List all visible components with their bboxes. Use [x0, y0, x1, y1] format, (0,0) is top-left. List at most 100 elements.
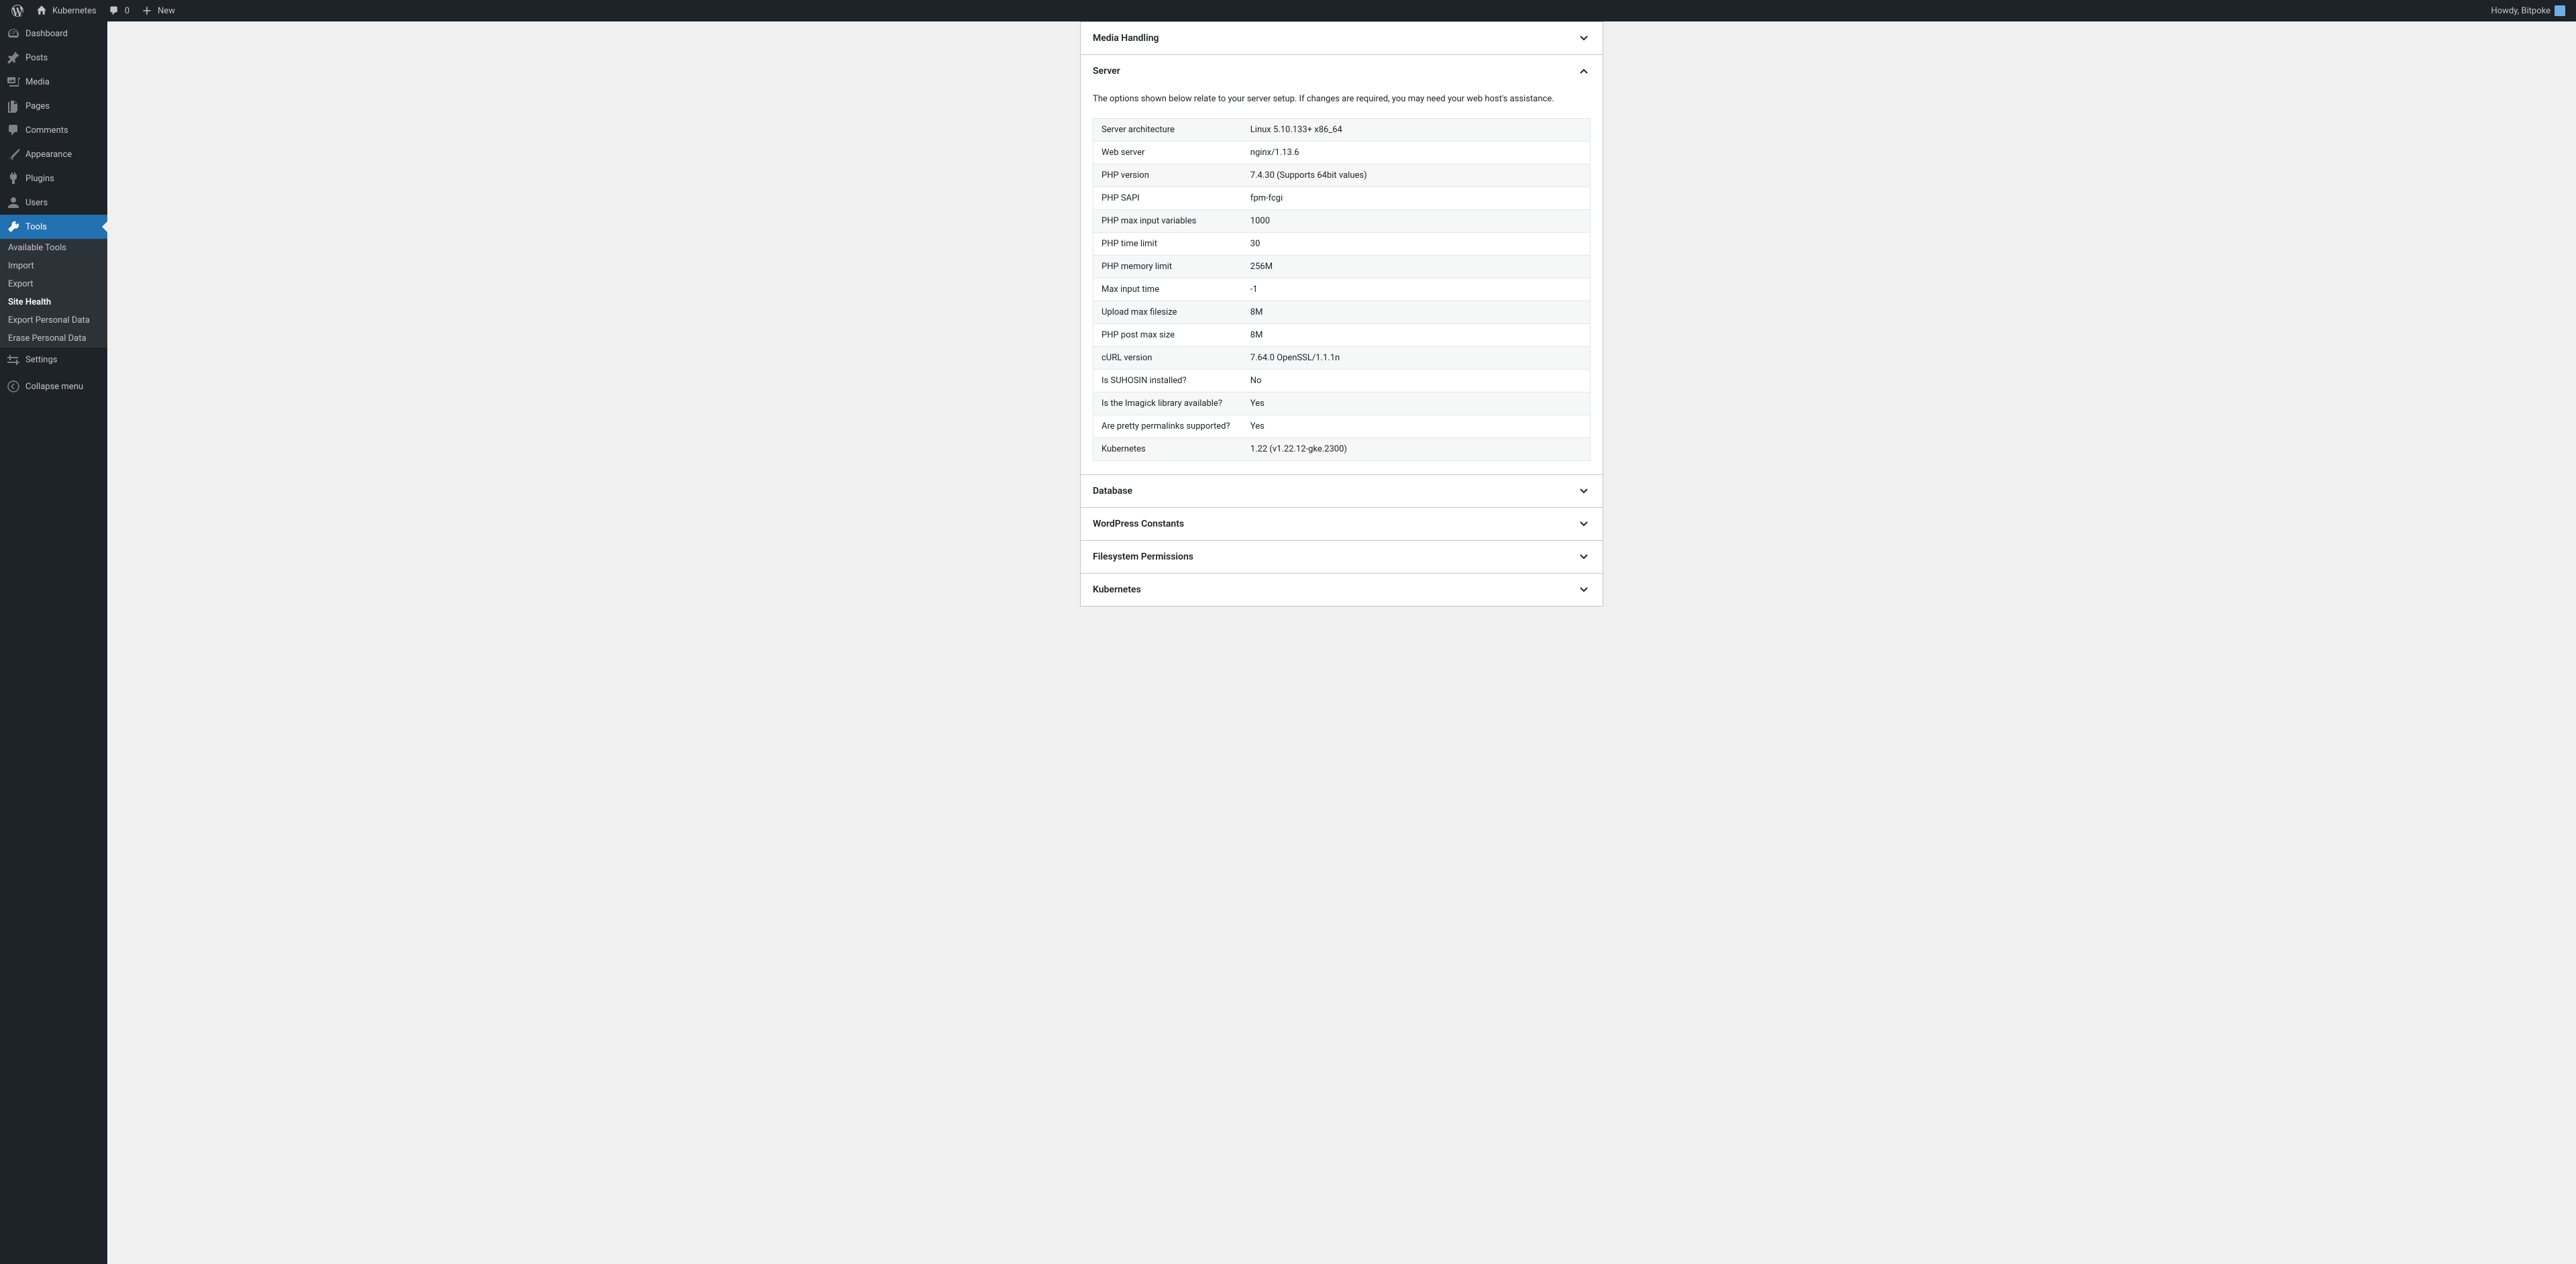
user-icon: [7, 196, 20, 209]
panel-toggle-media-handling[interactable]: Media Handling: [1081, 22, 1603, 54]
sliders-icon: [7, 353, 20, 366]
table-row: Max input time-1: [1093, 278, 1591, 301]
submenu-erase-personal[interactable]: Erase Personal Data: [0, 329, 107, 348]
panel-title: WordPress Constants: [1093, 519, 1184, 529]
comment-icon: [7, 123, 20, 137]
table-row: Is the Imagick library available?Yes: [1093, 392, 1591, 415]
menu-label: Users: [25, 198, 48, 208]
chevron-down-icon: [1577, 583, 1591, 596]
collapse-menu[interactable]: Collapse menu: [0, 374, 107, 399]
page-icon: [7, 99, 20, 113]
menu-label: Pages: [25, 101, 50, 111]
menu-comments[interactable]: Comments: [0, 118, 107, 142]
row-label: Kubernetes: [1093, 437, 1242, 460]
menu-label: Tools: [25, 222, 47, 232]
table-row: PHP max input variables1000: [1093, 209, 1591, 232]
row-label: Upload max filesize: [1093, 301, 1242, 323]
new-label: New: [158, 6, 175, 16]
row-value: 7.64.0 OpenSSL/1.1.1n: [1242, 346, 1591, 369]
table-row: PHP memory limit256M: [1093, 255, 1591, 278]
menu-label: Plugins: [25, 174, 54, 184]
submenu-export[interactable]: Export: [0, 275, 107, 293]
table-row: Web servernginx/1.13.6: [1093, 141, 1591, 164]
row-value: fpm-fcgi: [1242, 187, 1591, 209]
menu-plugins[interactable]: Plugins: [0, 166, 107, 191]
row-label: cURL version: [1093, 346, 1242, 369]
panel-toggle-server[interactable]: Server: [1081, 55, 1603, 87]
panel-wp-constants: WordPress Constants: [1080, 507, 1603, 541]
menu-pages[interactable]: Pages: [0, 94, 107, 118]
panel-server: Server The options shown below relate to…: [1080, 54, 1603, 475]
my-account[interactable]: Howdy, Bitpoke: [2485, 0, 2571, 21]
row-value: nginx/1.13.6: [1242, 141, 1591, 164]
tools-submenu: Available Tools Import Export Site Healt…: [0, 239, 107, 348]
menu-label: Posts: [25, 53, 48, 63]
media-icon: [7, 75, 20, 89]
collapse-icon: [7, 380, 20, 393]
wp-logo[interactable]: [5, 0, 30, 21]
row-label: Are pretty permalinks supported?: [1093, 415, 1242, 437]
comments-link[interactable]: 0: [102, 0, 135, 21]
row-value: 7.4.30 (Supports 64bit values): [1242, 164, 1591, 187]
row-value: Yes: [1242, 415, 1591, 437]
menu-appearance[interactable]: Appearance: [0, 142, 107, 166]
row-value: No: [1242, 369, 1591, 392]
site-name-label: Kubernetes: [52, 6, 97, 16]
table-row: PHP version7.4.30 (Supports 64bit values…: [1093, 164, 1591, 187]
wordpress-icon: [11, 4, 24, 17]
panel-fs-permissions: Filesystem Permissions: [1080, 540, 1603, 574]
submenu-export-personal[interactable]: Export Personal Data: [0, 311, 107, 329]
site-name[interactable]: Kubernetes: [30, 0, 102, 21]
menu-label: Comments: [25, 125, 68, 136]
menu-media[interactable]: Media: [0, 70, 107, 94]
comments-count: 0: [125, 6, 129, 16]
table-row: Kubernetes1.22 (v1.22.12-gke.2300): [1093, 437, 1591, 460]
pin-icon: [7, 51, 20, 64]
brush-icon: [7, 148, 20, 161]
row-value: 1.22 (v1.22.12-gke.2300): [1242, 437, 1591, 460]
panel-title: Media Handling: [1093, 33, 1159, 44]
row-label: PHP max input variables: [1093, 209, 1242, 232]
panel-toggle-wp-constants[interactable]: WordPress Constants: [1081, 508, 1603, 540]
panel-title: Server: [1093, 66, 1120, 76]
panel-media-handling: Media Handling: [1080, 21, 1603, 55]
row-value: 1000: [1242, 209, 1591, 232]
panel-kubernetes: Kubernetes: [1080, 573, 1603, 607]
panel-toggle-kubernetes[interactable]: Kubernetes: [1081, 574, 1603, 606]
new-content[interactable]: New: [135, 0, 180, 21]
submenu-import[interactable]: Import: [0, 257, 107, 275]
panel-database: Database: [1080, 474, 1603, 508]
menu-dashboard[interactable]: Dashboard: [0, 21, 107, 46]
menu-label: Appearance: [25, 150, 72, 160]
menu-users[interactable]: Users: [0, 191, 107, 215]
row-label: PHP time limit: [1093, 232, 1242, 255]
chevron-down-icon: [1577, 550, 1591, 564]
panel-title: Kubernetes: [1093, 584, 1141, 595]
howdy-label: Howdy, Bitpoke: [2491, 6, 2551, 16]
row-label: PHP memory limit: [1093, 255, 1242, 278]
row-value: Yes: [1242, 392, 1591, 415]
row-label: Is SUHOSIN installed?: [1093, 369, 1242, 392]
table-row: PHP time limit30: [1093, 232, 1591, 255]
table-row: Upload max filesize8M: [1093, 301, 1591, 323]
wrench-icon: [7, 220, 20, 233]
chevron-down-icon: [1577, 517, 1591, 531]
submenu-available-tools[interactable]: Available Tools: [0, 239, 107, 257]
submenu-site-health[interactable]: Site Health: [0, 293, 107, 311]
menu-tools[interactable]: Tools: [0, 215, 107, 239]
menu-label: Settings: [25, 355, 57, 365]
server-info-table: Server architectureLinux 5.10.133+ x86_6…: [1093, 118, 1591, 461]
panel-toggle-fs-permissions[interactable]: Filesystem Permissions: [1081, 541, 1603, 573]
home-icon: [35, 4, 48, 17]
panel-toggle-database[interactable]: Database: [1081, 475, 1603, 507]
row-value: -1: [1242, 278, 1591, 301]
panel-title: Filesystem Permissions: [1093, 551, 1193, 562]
row-value: 8M: [1242, 323, 1591, 346]
menu-settings[interactable]: Settings: [0, 348, 107, 372]
menu-label: Dashboard: [25, 29, 68, 39]
table-row: PHP post max size8M: [1093, 323, 1591, 346]
row-value: 30: [1242, 232, 1591, 255]
row-label: Server architecture: [1093, 118, 1242, 141]
panel-description: The options shown below relate to your s…: [1093, 93, 1591, 106]
menu-posts[interactable]: Posts: [0, 46, 107, 70]
